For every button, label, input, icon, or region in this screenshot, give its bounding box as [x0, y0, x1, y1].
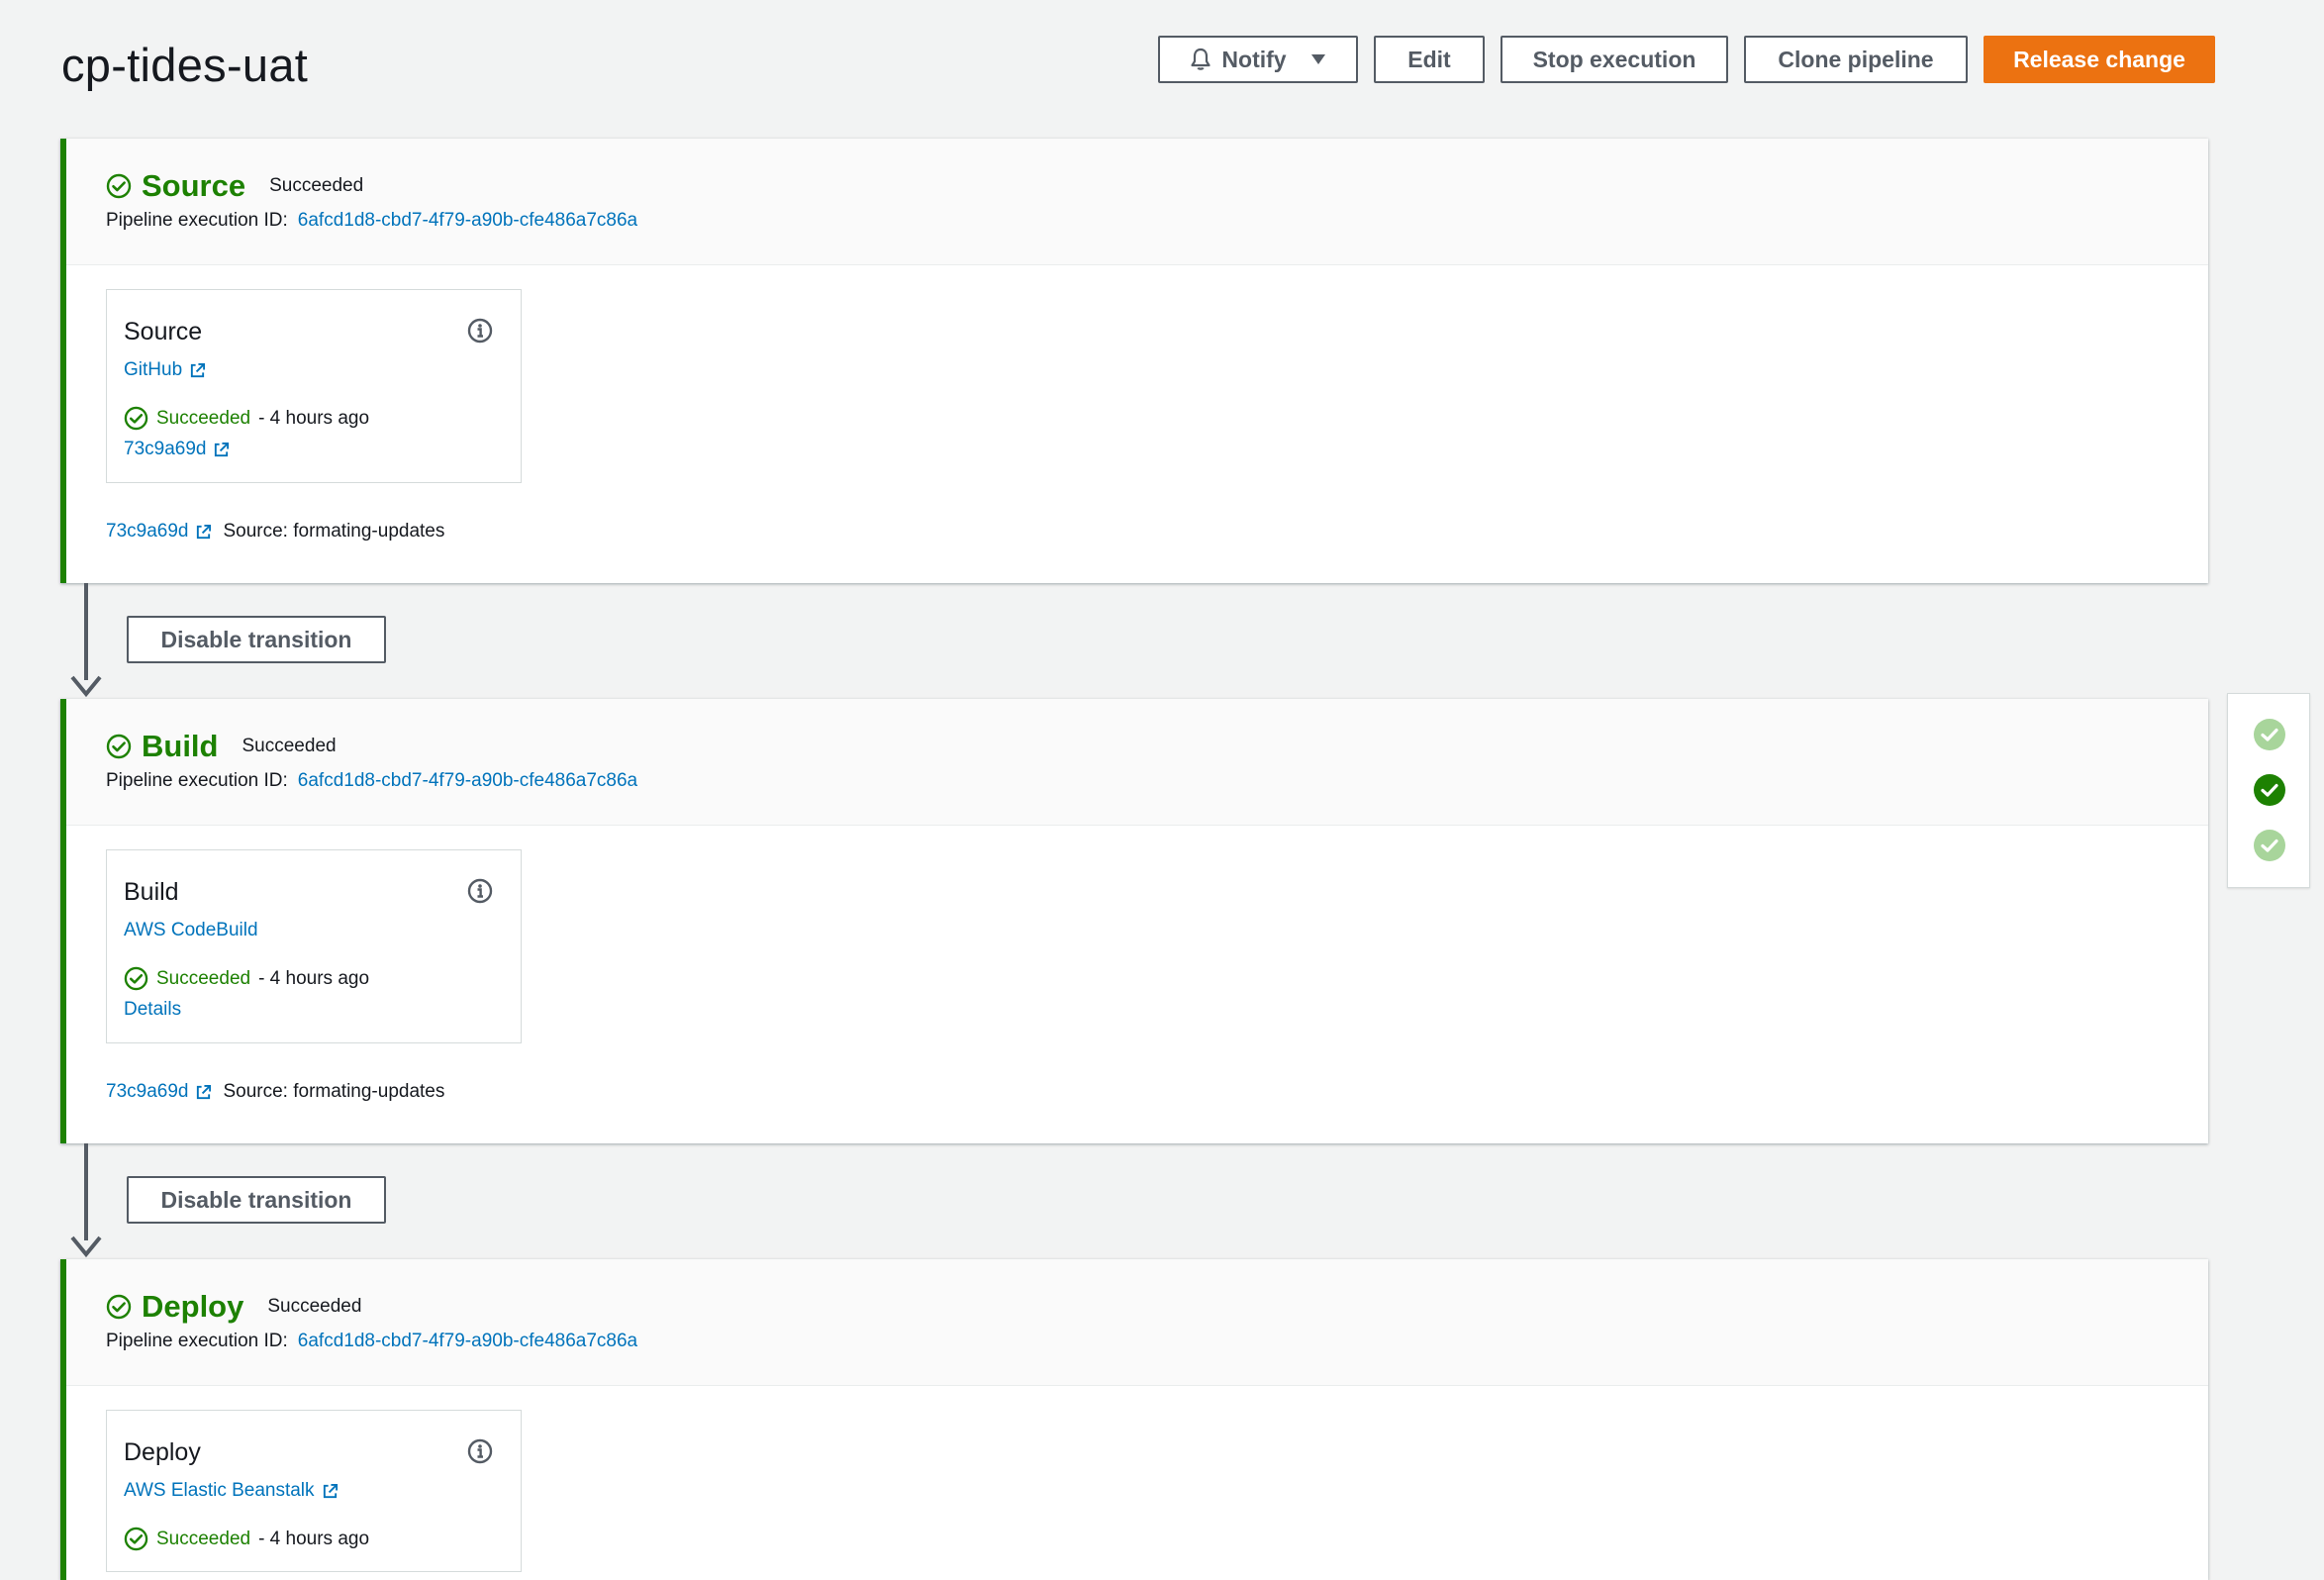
provider-label: GitHub [124, 359, 183, 380]
stage-source: Source Succeeded Pipeline execution ID: … [60, 139, 2208, 583]
action-name: Deploy [124, 1438, 201, 1466]
transition-connector [84, 1143, 88, 1240]
commit-link-label: 73c9a69d [124, 439, 207, 459]
stage-name: Source [142, 168, 246, 203]
stage-name: Build [142, 729, 219, 763]
action-name: Build [124, 878, 179, 906]
action-name: Source [124, 318, 203, 346]
execution-id-link[interactable]: 6afcd1d8-cbd7-4f79-a90b-cfe486a7c86a [298, 1331, 637, 1352]
external-link-icon [195, 1084, 212, 1101]
footer-commit-link[interactable]: 73c9a69d [106, 521, 188, 543]
disable-transition-button[interactable]: Disable transition [127, 1176, 386, 1224]
details-link-label: Details [124, 999, 182, 1020]
check-circle-icon [106, 173, 132, 199]
notify-button[interactable]: Notify [1158, 36, 1358, 83]
action-time: - 4 hours ago [258, 967, 370, 989]
action-time: - 4 hours ago [258, 407, 370, 429]
stage-header: Build Succeeded Pipeline execution ID: 6… [66, 699, 2208, 826]
stage-nav-deploy-icon[interactable] [2253, 829, 2286, 862]
action-card: Source GitHub Succeeded - 4 hours ago 73… [106, 289, 522, 483]
stage-nav-build-icon[interactable] [2253, 773, 2286, 807]
details-link[interactable]: Details [124, 999, 181, 1021]
info-icon[interactable] [467, 1438, 493, 1464]
execution-id-link[interactable]: 6afcd1d8-cbd7-4f79-a90b-cfe486a7c86a [298, 770, 637, 792]
check-circle-icon [106, 1294, 132, 1320]
action-status: Succeeded - 4 hours ago [124, 406, 369, 431]
execution-id-label: Pipeline execution ID: [106, 1331, 288, 1351]
execution-id-label: Pipeline execution ID: [106, 210, 288, 231]
stage-status: Succeeded [267, 1296, 362, 1317]
provider-link[interactable]: AWS Elastic Beanstalk [124, 1480, 339, 1502]
stage-header: Deploy Succeeded Pipeline execution ID: … [66, 1259, 2208, 1386]
external-link-icon [322, 1483, 339, 1500]
action-card: Deploy AWS Elastic Beanstalk Succeeded -… [106, 1410, 522, 1572]
action-status: Succeeded - 4 hours ago [124, 1527, 369, 1551]
stage-build: Build Succeeded Pipeline execution ID: 6… [60, 699, 2208, 1143]
stop-execution-button[interactable]: Stop execution [1501, 36, 1728, 83]
stage-nav-source-icon[interactable] [2253, 718, 2286, 751]
action-card: Build AWS CodeBuild Succeeded - 4 hours … [106, 849, 522, 1043]
pipeline-page: cp-tides-uat Notify Edit Stop execution … [0, 0, 2324, 1580]
stage-status: Succeeded [269, 175, 364, 196]
release-change-button[interactable]: Release change [1984, 36, 2215, 83]
stage-footer: 73c9a69d Source: formating-updates [106, 1081, 444, 1103]
bell-icon [1191, 48, 1211, 70]
disable-transition-button[interactable]: Disable transition [127, 616, 386, 663]
action-status-text: Succeeded [156, 407, 251, 429]
action-status: Succeeded - 4 hours ago [124, 966, 369, 991]
stage-status: Succeeded [242, 736, 337, 756]
arrow-down-icon [70, 1235, 102, 1258]
edit-button[interactable]: Edit [1374, 36, 1485, 83]
stage-navigator [2227, 693, 2310, 888]
execution-id-link[interactable]: 6afcd1d8-cbd7-4f79-a90b-cfe486a7c86a [298, 210, 637, 232]
transition-connector [84, 583, 88, 680]
notify-label: Notify [1221, 46, 1287, 72]
check-circle-icon [124, 406, 148, 431]
info-icon[interactable] [467, 318, 493, 344]
check-circle-icon [106, 734, 132, 759]
caret-down-icon [1310, 54, 1325, 64]
footer-commit-link[interactable]: 73c9a69d [106, 1081, 188, 1103]
arrow-down-icon [70, 675, 102, 698]
external-link-icon [189, 362, 206, 379]
clone-pipeline-button[interactable]: Clone pipeline [1744, 36, 1968, 83]
stage-header: Source Succeeded Pipeline execution ID: … [66, 139, 2208, 265]
external-link-icon [195, 524, 212, 541]
execution-id-label: Pipeline execution ID: [106, 770, 288, 791]
check-circle-icon [124, 966, 148, 991]
provider-label: AWS Elastic Beanstalk [124, 1480, 315, 1501]
provider-label: AWS CodeBuild [124, 920, 258, 940]
commit-link[interactable]: 73c9a69d [124, 439, 230, 460]
footer-source: Source: formating-updates [223, 1081, 445, 1102]
footer-source: Source: formating-updates [223, 521, 445, 542]
action-status-text: Succeeded [156, 967, 251, 989]
stage-deploy: Deploy Succeeded Pipeline execution ID: … [60, 1259, 2208, 1580]
external-link-icon [213, 442, 230, 458]
provider-link[interactable]: AWS CodeBuild [124, 920, 258, 941]
action-status-text: Succeeded [156, 1528, 251, 1549]
stage-footer: 73c9a69d Source: formating-updates [106, 521, 444, 543]
check-circle-icon [124, 1527, 148, 1551]
action-time: - 4 hours ago [258, 1528, 370, 1549]
info-icon[interactable] [467, 878, 493, 904]
page-title: cp-tides-uat [61, 39, 309, 91]
stage-name: Deploy [142, 1289, 244, 1324]
provider-link[interactable]: GitHub [124, 359, 206, 381]
